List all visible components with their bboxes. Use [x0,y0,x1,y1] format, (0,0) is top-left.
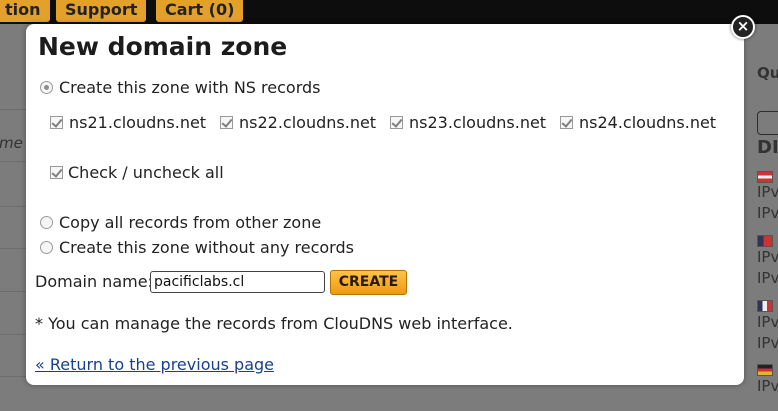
background-ipv-label: IPv [757,377,778,395]
checkbox-checked[interactable] [220,116,233,129]
background-row-divider [0,206,26,207]
ns-checkbox-ns21[interactable]: ns21.cloudns.net [50,113,206,132]
background-sidebar-heading: DI [757,137,778,158]
radio-label: Create this zone with NS records [59,78,321,97]
background-row-divider [0,161,26,162]
radio-label: Copy all records from other zone [59,213,322,232]
background-sidebar-input [757,111,778,135]
checkbox-checked[interactable] [560,116,573,129]
radio-copy-records[interactable]: Copy all records from other zone [40,213,321,232]
radio-button[interactable] [40,241,53,254]
ns-label: ns24.cloudns.net [579,113,717,132]
flag-icon [757,235,773,247]
radio-button[interactable] [40,216,53,229]
check-uncheck-all[interactable]: Check / uncheck all [50,163,224,182]
top-nav-bar: tion Support Cart (0) [0,0,778,24]
flag-icon [757,300,773,312]
background-ipv-label: IPv [757,204,778,222]
domain-name-label: Domain name: [35,272,153,291]
checkbox-checked[interactable] [390,116,403,129]
background-row-divider [0,248,26,249]
nav-item-support[interactable]: Support [56,0,147,22]
ns-checkbox-ns23[interactable]: ns23.cloudns.net [390,113,546,132]
radio-create-empty[interactable]: Create this zone without any records [40,238,354,257]
checkbox-checked[interactable] [50,116,63,129]
background-ipv-label: IPv [757,183,778,201]
domain-name-input[interactable] [150,271,325,293]
new-domain-zone-dialog: New domain zone Create this zone with NS… [26,24,744,385]
flag-icon [757,364,773,376]
ns-label: ns22.cloudns.net [239,113,377,132]
radio-button-selected[interactable] [40,81,53,94]
dialog-title: New domain zone [38,32,288,61]
background-row-divider [0,291,26,292]
ns-label: ns21.cloudns.net [69,113,207,132]
create-button[interactable]: CREATE [330,270,407,295]
radio-label: Create this zone without any records [59,238,354,257]
radio-create-with-ns[interactable]: Create this zone with NS records [40,78,320,97]
background-row-divider [0,376,26,377]
flag-icon [757,171,773,183]
background-ipv-label: IPv [757,248,778,266]
ns-checkbox-ns22[interactable]: ns22.cloudns.net [220,113,376,132]
ns-label: ns23.cloudns.net [409,113,547,132]
background-ipv-label: IPv [757,269,778,287]
background-row-divider [0,109,26,110]
management-note: * You can manage the records from ClouDN… [35,314,513,333]
nav-item-cart[interactable]: Cart (0) [156,0,244,22]
ns-checkbox-ns24[interactable]: ns24.cloudns.net [560,113,716,132]
background-column-fragment: me [0,134,23,152]
check-all-label: Check / uncheck all [68,163,224,182]
checkbox-checked[interactable] [50,166,63,179]
return-previous-page-link[interactable]: « Return to the previous page [35,355,274,374]
background-sidebar-fragment: Qu [757,64,778,82]
background-ipv-label: IPv [757,334,778,352]
background-row-divider [0,334,26,335]
nav-item-fragment[interactable]: tion [0,0,50,22]
close-icon[interactable]: × [731,15,755,39]
background-ipv-label: IPv [757,313,778,331]
